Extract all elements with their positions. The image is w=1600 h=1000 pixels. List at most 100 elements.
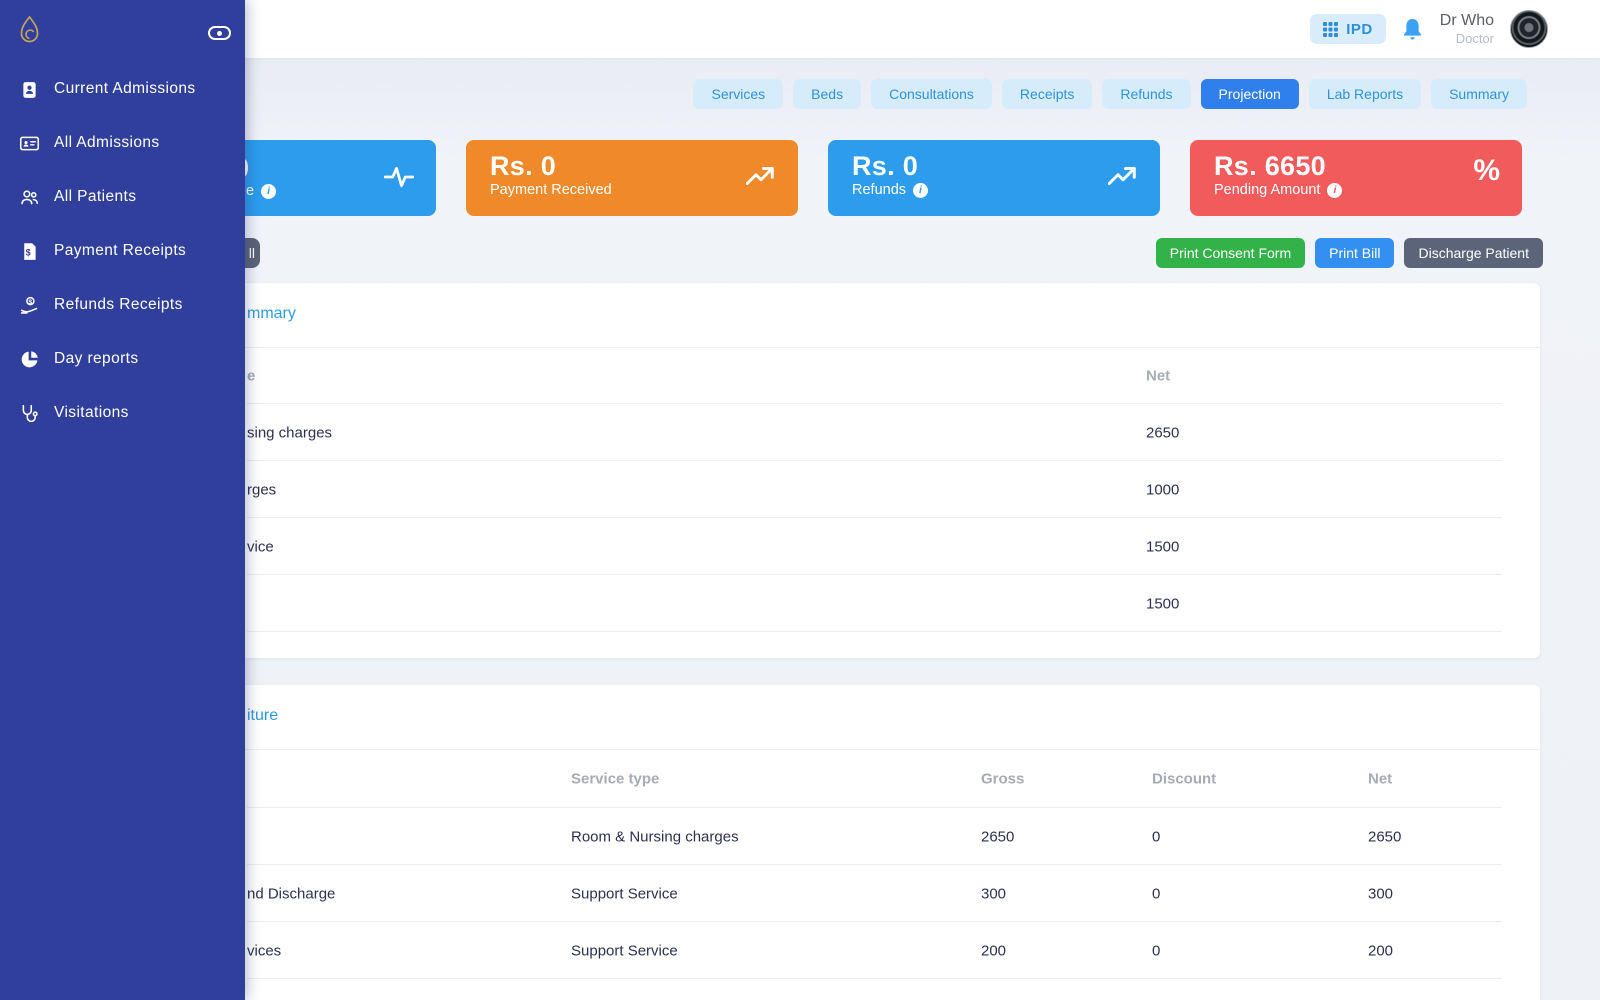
table-row: 1500 [230, 575, 1540, 632]
expenditure-heading[interactable]: iture [247, 707, 278, 725]
ipd-label: IPD [1346, 21, 1373, 38]
row-net: 2650 [1368, 828, 1401, 845]
pie-chart-icon [19, 349, 40, 370]
tab-projection[interactable]: Projection [1201, 79, 1299, 109]
payment-receipt-icon: $ [19, 241, 40, 262]
sidebar-item-all-admissions[interactable]: All Admissions [0, 116, 245, 170]
column-header-net: Net [1146, 368, 1170, 385]
row-label-fragment: rges [247, 481, 276, 498]
grid-icon [1323, 22, 1338, 37]
stat-card-label: Refunds [852, 182, 906, 198]
row-name-fragment: nd Discharge [247, 885, 335, 902]
stat-card-value: Rs. 0 [490, 151, 612, 182]
sidebar-item-visitations[interactable]: Visitations [0, 386, 245, 440]
tab-lab-reports[interactable]: Lab Reports [1309, 79, 1421, 109]
table-row: Room & Nursing charges 2650 0 2650 [230, 808, 1540, 865]
tab-refunds[interactable]: Refunds [1102, 79, 1190, 109]
stat-card-label-row: e i [246, 183, 276, 199]
sidebar-item-current-admissions[interactable]: Current Admissions [0, 62, 245, 116]
row-gross: 300 [981, 885, 1006, 902]
tab-summary[interactable]: Summary [1431, 79, 1527, 109]
user-role: Doctor [1440, 31, 1494, 47]
row-service-type: Room & Nursing charges [571, 828, 739, 845]
activity-icon [384, 164, 414, 190]
column-header-fragment: e [247, 368, 255, 385]
clinic-logo-icon [17, 15, 42, 45]
stat-card-pending-amount: Rs. 6650 Pending Amount i % [1190, 140, 1522, 216]
column-header-discount: Discount [1152, 771, 1216, 788]
row-name-fragment: vices [247, 942, 281, 959]
trend-up-icon [746, 164, 776, 188]
svg-text:$: $ [26, 247, 31, 257]
patients-icon [19, 187, 40, 208]
sidebar-item-refunds-receipts[interactable]: $ Refunds Receipts [0, 278, 245, 332]
row-service-type: Support Service [571, 885, 678, 902]
table-row: nd Discharge Support Service 300 0 300 [230, 865, 1540, 922]
print-consent-form-button[interactable]: Print Consent Form [1156, 238, 1305, 268]
row-gross: 200 [981, 942, 1006, 959]
sidebar-item-all-patients[interactable]: All Patients [0, 170, 245, 224]
id-badge-icon [19, 79, 40, 100]
row-net: 200 [1368, 942, 1393, 959]
info-icon[interactable]: i [261, 184, 276, 199]
sidebar-item-label: Current Admissions [54, 80, 196, 98]
bill-summary-panel: mmary e Net sing charges 2650 rges 1000 … [230, 283, 1540, 658]
tab-services[interactable]: Services [693, 79, 783, 109]
table-header-row: Service type Gross Discount Net [230, 750, 1540, 808]
sidebar-item-label: Day reports [54, 350, 139, 368]
stat-card-refunds: Rs. 0 Refunds i [828, 140, 1160, 216]
print-bill-button[interactable]: Print Bill [1315, 238, 1394, 268]
sidebar-item-payment-receipts[interactable]: $ Payment Receipts [0, 224, 245, 278]
patient-action-buttons: Print Consent Form Print Bill Discharge … [1156, 238, 1543, 268]
sidebar: Current Admissions All Admissions All Pa… [0, 0, 245, 1000]
bill-summary-heading-row: mmary [230, 283, 1540, 348]
row-discount: 0 [1152, 828, 1160, 845]
column-header-gross: Gross [981, 771, 1024, 788]
info-icon[interactable]: i [913, 183, 928, 198]
tab-consultations[interactable]: Consultations [871, 79, 992, 109]
row-discount: 0 [1152, 942, 1160, 959]
header-right-cluster: IPD Dr Who Doctor [1310, 0, 1548, 58]
row-discount: 0 [1152, 885, 1160, 902]
trend-up-icon [1108, 164, 1138, 188]
info-icon[interactable]: i [1327, 183, 1342, 198]
percent-icon: % [1473, 154, 1500, 188]
sidebar-item-label: All Admissions [54, 134, 160, 152]
row-label-fragment: sing charges [247, 424, 332, 441]
stethoscope-icon [19, 403, 40, 424]
sidebar-toggle-icon[interactable] [208, 26, 231, 40]
column-header-service-type: Service type [571, 771, 659, 788]
row-net-value: 2650 [1146, 424, 1179, 441]
tab-beds[interactable]: Beds [793, 79, 861, 109]
sidebar-item-label: Visitations [54, 404, 129, 422]
stat-card-value: Rs. 6650 [1214, 151, 1342, 182]
svg-text:$: $ [29, 298, 33, 305]
sidebar-item-day-reports[interactable]: Day reports [0, 332, 245, 386]
bill-summary-heading[interactable]: mmary [247, 305, 296, 323]
user-name: Dr Who [1440, 11, 1494, 31]
column-header-net: Net [1368, 771, 1392, 788]
tab-receipts[interactable]: Receipts [1002, 79, 1092, 109]
id-card-icon [19, 133, 40, 154]
expenditure-panel: iture Service type Gross Discount Net Ro… [230, 685, 1540, 1000]
stat-card-label: Payment Received [490, 182, 612, 198]
avatar[interactable] [1510, 10, 1548, 48]
stat-card-label-fragment: e [246, 183, 254, 199]
sidebar-top [0, 0, 245, 62]
discharge-patient-button[interactable]: Discharge Patient [1404, 238, 1543, 268]
ipd-module-button[interactable]: IPD [1310, 14, 1386, 44]
row-net: 300 [1368, 885, 1393, 902]
stat-card-value: Rs. 0 [852, 151, 928, 182]
sidebar-item-label: Refunds Receipts [54, 296, 183, 314]
row-net-value: 1500 [1146, 595, 1179, 612]
row-label-fragment: vice [247, 538, 274, 555]
row-net-value: 1500 [1146, 538, 1179, 555]
row-service-type: Support Service [571, 942, 678, 959]
projection-tab-bar: Services Beds Consultations Receipts Ref… [693, 79, 1527, 109]
user-block: Dr Who Doctor [1440, 11, 1494, 47]
sidebar-item-label: All Patients [54, 188, 136, 206]
table-row: vice 1500 [230, 518, 1540, 575]
table-row: vices Support Service 200 0 200 [230, 922, 1540, 979]
table-row: rges 1000 [230, 461, 1540, 518]
notification-bell-icon[interactable] [1402, 17, 1424, 41]
